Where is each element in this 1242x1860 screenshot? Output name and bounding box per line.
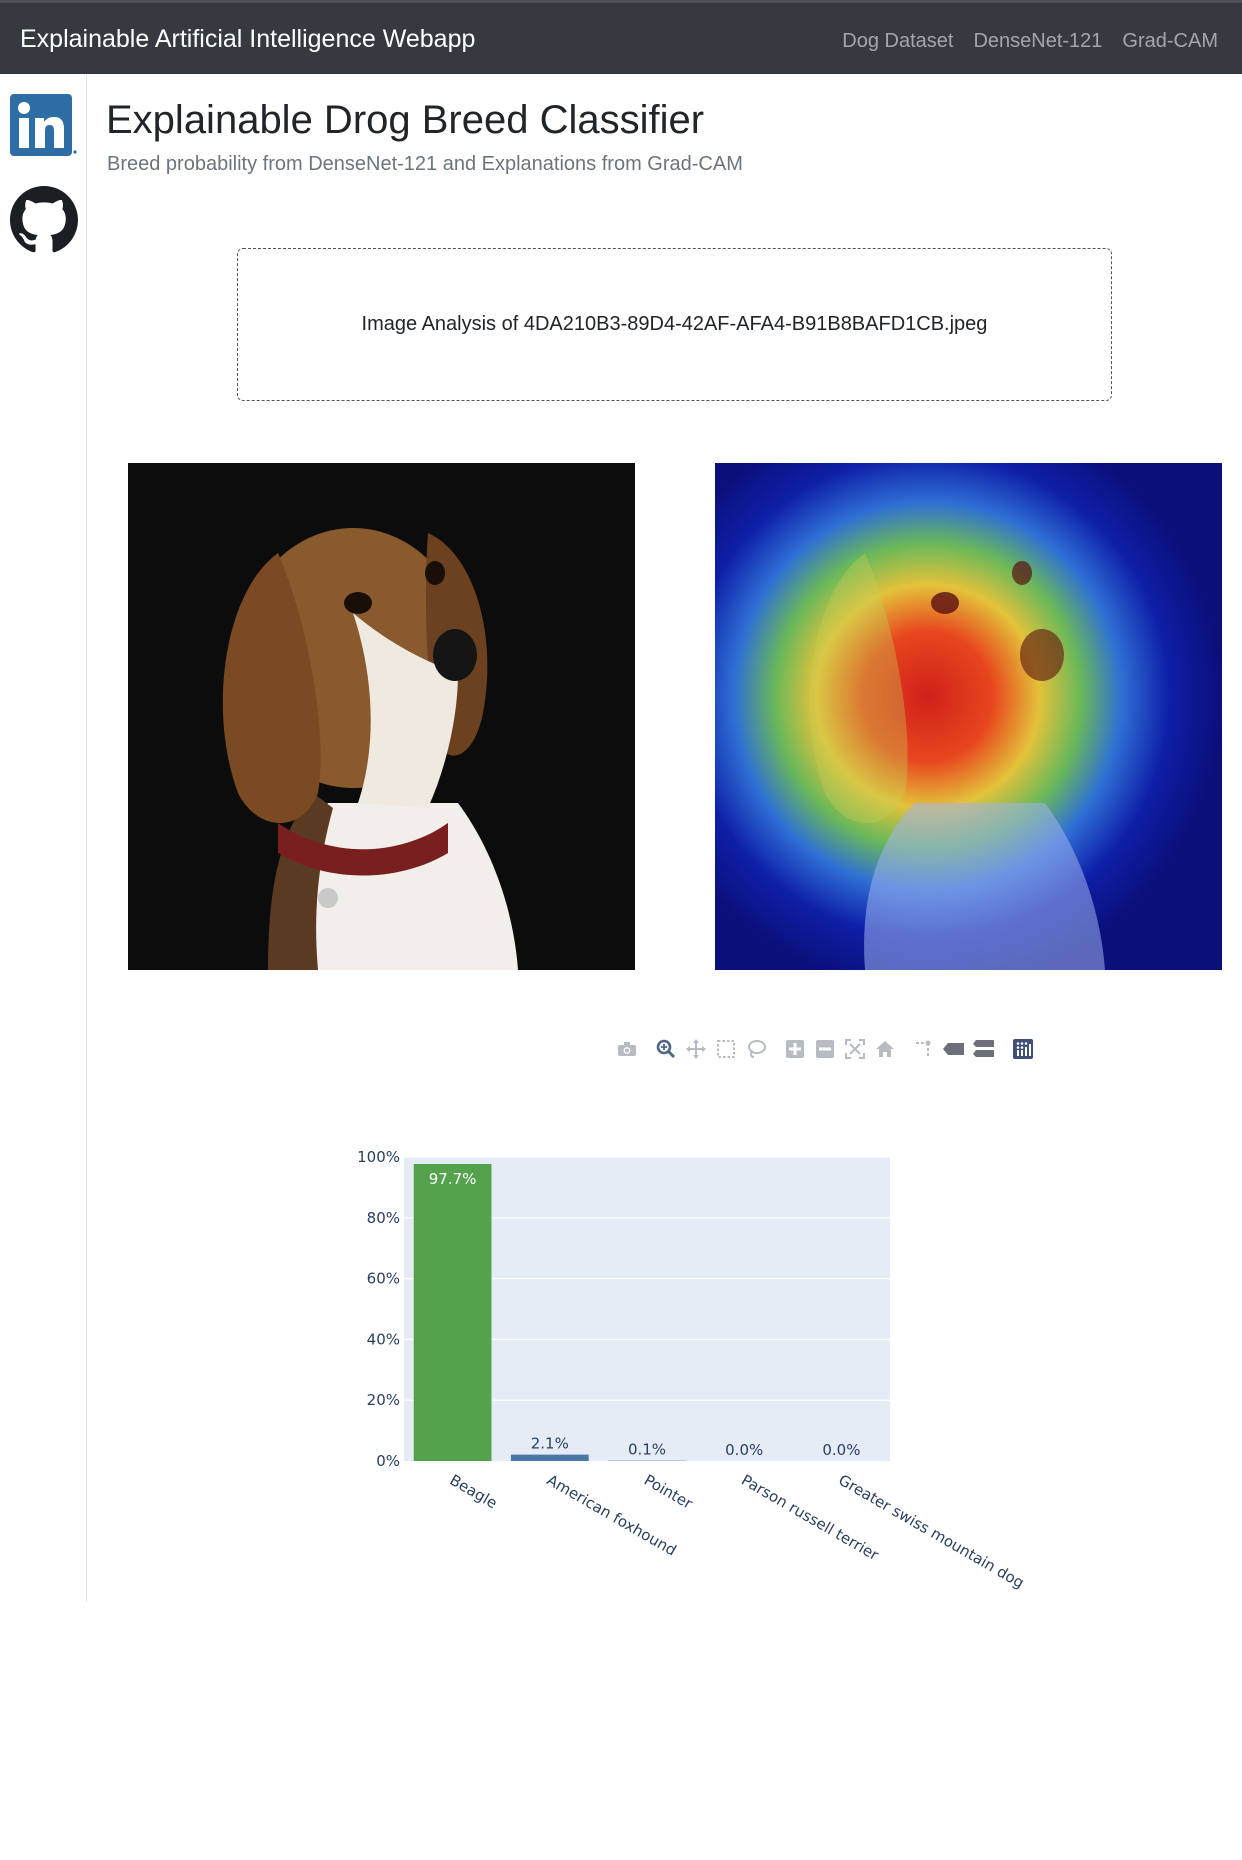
lasso-select-icon[interactable] [741,1037,771,1061]
reset-axes-icon[interactable] [870,1037,900,1061]
y-tick-label: 100% [357,1148,400,1166]
upload-text: Image Analysis of 4DA210B3-89D4-42AF-AFA… [361,313,988,335]
x-tick-label: Parson russell terrier [738,1471,882,1565]
page-subtitle: Breed probability from DenseNet-121 and … [107,153,743,175]
github-icon[interactable] [10,186,78,259]
nav-link-densenet[interactable]: DenseNet-121 [973,30,1102,53]
plot-area [404,1157,890,1461]
hover-closest-icon[interactable] [939,1037,969,1061]
x-tick-label: Greater swiss mountain dog [835,1471,1027,1592]
original-image [128,463,635,970]
data-label: 0.0% [725,1441,763,1459]
spike-lines-icon[interactable] [909,1037,939,1061]
data-label: 0.1% [628,1441,666,1459]
x-tick-label: American foxhound [544,1471,680,1560]
y-tick-label: 80% [367,1209,400,1227]
box-select-icon[interactable] [711,1037,741,1061]
x-tick-label: Pointer [641,1471,696,1513]
data-label: 2.1% [531,1435,569,1453]
gradcam-image [715,463,1222,970]
nav-link-gradcam[interactable]: Grad-CAM [1122,30,1218,53]
bar [413,1163,492,1461]
x-tick-label: Beagle [447,1471,501,1512]
zoom-in-icon[interactable] [780,1037,810,1061]
data-label: 0.0% [822,1441,860,1459]
y-tick-label: 0% [376,1452,400,1470]
linkedin-icon[interactable] [10,94,80,163]
nav-links: Dog Dataset DenseNet-121 Grad-CAM [842,30,1218,53]
plotly-logo-icon[interactable] [1008,1037,1038,1061]
autoscale-icon[interactable] [840,1037,870,1061]
y-tick-label: 40% [367,1330,400,1348]
navbar: Explainable Artificial Intelligence Weba… [0,0,1242,74]
page-title: Explainable Drog Breed Classifier [106,98,705,142]
data-label: 97.7% [429,1170,477,1188]
pan-icon[interactable] [681,1037,711,1061]
bar [510,1454,589,1461]
chart-modebar [612,1037,1038,1061]
sidebar [0,74,87,1602]
navbar-brand[interactable]: Explainable Artificial Intelligence Weba… [20,25,475,54]
upload-dropzone[interactable]: Image Analysis of 4DA210B3-89D4-42AF-AFA… [237,248,1112,401]
zoom-out-icon[interactable] [810,1037,840,1061]
y-tick-label: 60% [367,1270,400,1288]
hover-compare-icon[interactable] [969,1037,999,1061]
y-tick-label: 20% [367,1391,400,1409]
nav-link-dog-dataset[interactable]: Dog Dataset [842,30,953,53]
zoom-icon[interactable] [651,1037,681,1061]
camera-icon[interactable] [612,1037,642,1061]
